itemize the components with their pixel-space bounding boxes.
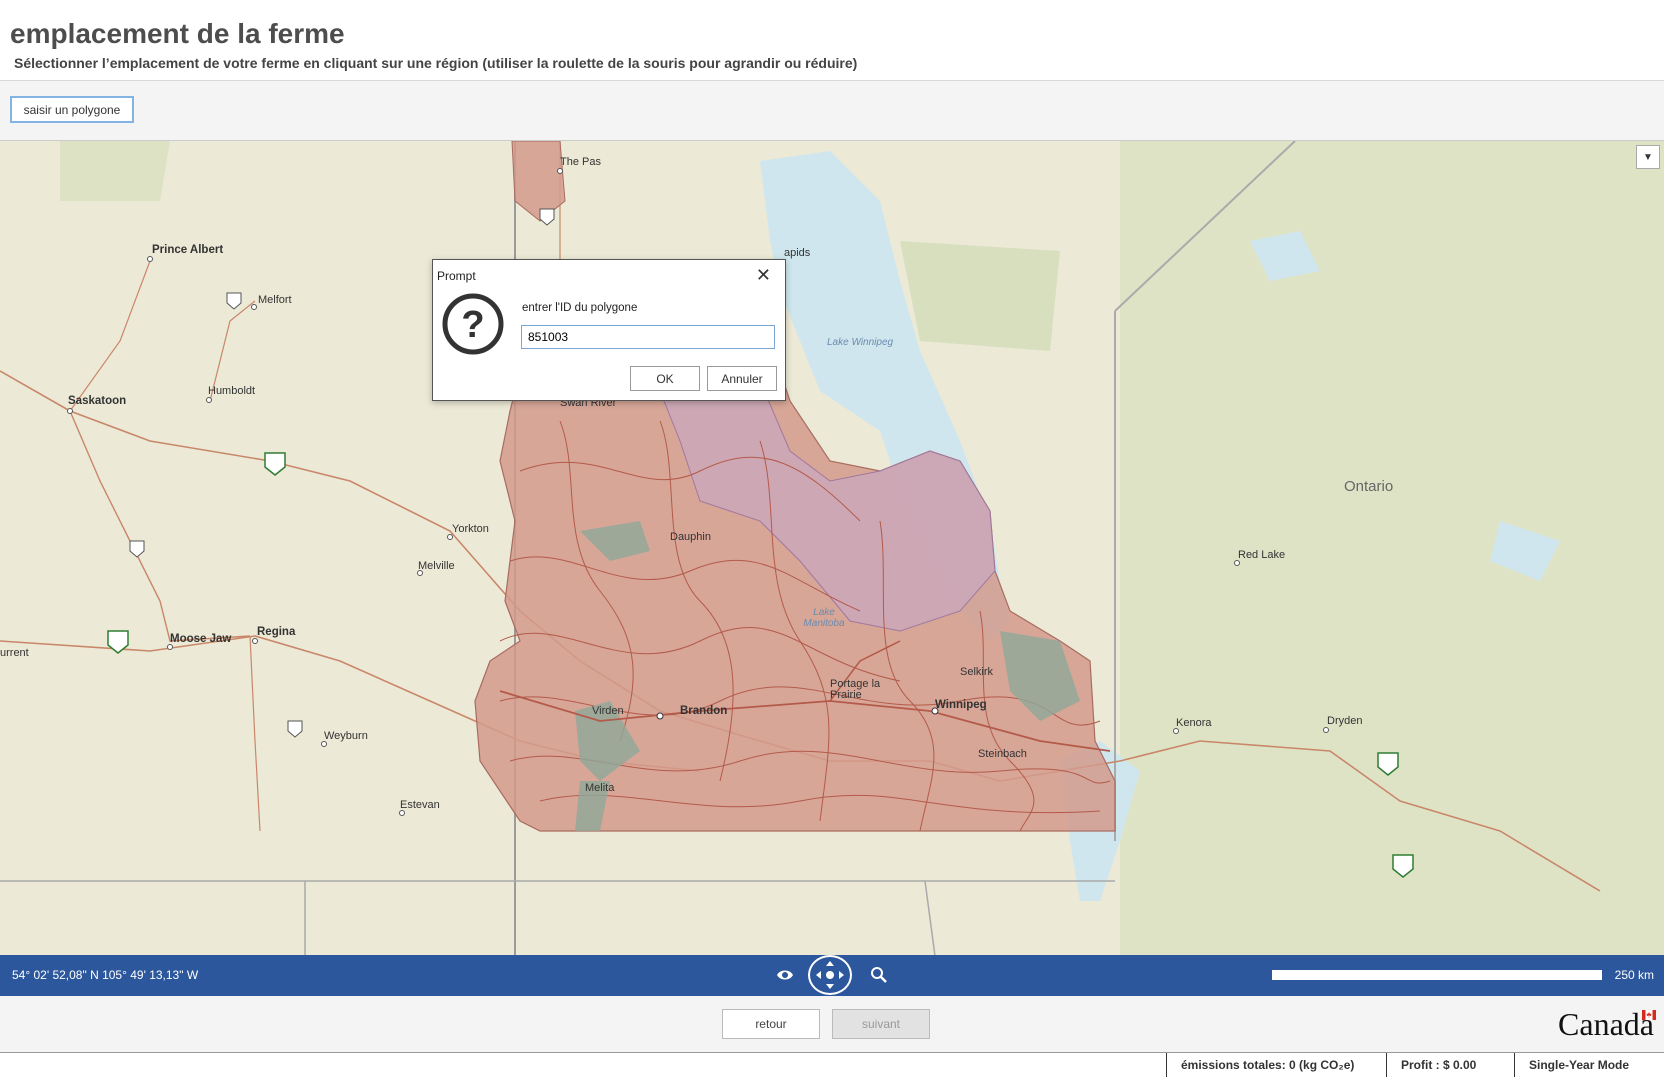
map-label-saskatoon: Saskatoon: [68, 395, 127, 407]
enter-polygon-button[interactable]: saisir un polygone: [10, 96, 134, 123]
map-label-melville: Melville: [418, 560, 455, 572]
dialog-prompt-text: entrer l'ID du polygone: [522, 302, 638, 314]
map-label-melita: Melita: [585, 782, 615, 794]
map-layers-dropdown-icon[interactable]: ▼: [1636, 145, 1660, 169]
canada-logo: Canada: [1558, 1006, 1656, 1043]
map-label-weyburn: Weyburn: [324, 730, 368, 742]
map-label-ontario: Ontario: [1344, 478, 1394, 495]
map-label-current: urrent: [0, 647, 29, 659]
map-label-dauphin: Dauphin: [670, 531, 711, 543]
polygon-id-prompt-dialog: Prompt ✕ ? entrer l'ID du polygone OK An…: [432, 259, 786, 401]
next-button[interactable]: suivant: [832, 1009, 930, 1039]
map-status-bar: 54° 02' 52,08" N 105° 49' 13,13" W 250 k…: [0, 955, 1664, 996]
canada-wordmark: Canada: [1558, 1006, 1654, 1042]
coordinates-readout: 54° 02' 52,08" N 105° 49' 13,13" W: [12, 968, 199, 982]
map-label-lake-winnipeg: Lake Winnipeg: [827, 337, 894, 348]
page-subtitle: Sélectionner l’emplacement de votre ferm…: [14, 55, 858, 71]
mode-label: Single-Year Mode: [1514, 1053, 1664, 1077]
map-label-virden: Virden: [592, 705, 624, 717]
map-label-steinbach: Steinbach: [978, 748, 1027, 760]
map-label-the-pas: The Pas: [560, 156, 601, 168]
summary-bar: émissions totales: 0 (kg CO₂e) Profit : …: [0, 1052, 1664, 1077]
zoom-search-icon[interactable]: [870, 966, 888, 984]
pan-arrows-icon: [816, 961, 844, 989]
map-label-lake-manitoba: Lake Manitoba: [803, 607, 845, 629]
question-icon: ?: [442, 293, 504, 355]
scale-label: 250 km: [1614, 968, 1654, 982]
close-icon[interactable]: ✕: [756, 265, 771, 286]
map-label-humboldt: Humboldt: [208, 385, 256, 397]
map-label-portage: Portage la Prairie: [830, 678, 881, 701]
dialog-title: Prompt: [437, 269, 476, 283]
pan-control[interactable]: [808, 955, 852, 995]
map-label-kenora: Kenora: [1176, 717, 1212, 729]
map-label-selkirk: Selkirk: [960, 666, 994, 678]
ok-button[interactable]: OK: [630, 366, 700, 391]
svg-text:?: ?: [461, 304, 484, 346]
map-label-prince-albert: Prince Albert: [152, 244, 224, 256]
footer-nav: retour suivant Canada: [0, 996, 1664, 1052]
map-label-dryden: Dryden: [1327, 715, 1363, 727]
map-label-regina: Regina: [257, 626, 296, 638]
flag-icon: [1642, 1010, 1656, 1020]
map-label-rapids: apids: [784, 247, 811, 259]
cancel-button[interactable]: Annuler: [707, 366, 777, 391]
polygon-id-input[interactable]: [521, 325, 775, 349]
page-header: emplacement de la ferme Sélectionner l’e…: [0, 0, 1664, 81]
map-label-red-lake: Red Lake: [1238, 549, 1286, 561]
eye-icon[interactable]: [776, 966, 794, 984]
map-label-melfort: Melfort: [258, 294, 292, 306]
back-button[interactable]: retour: [722, 1009, 820, 1039]
map-view[interactable]: The Pas Prince Albert Melfort Saskatoon …: [0, 140, 1664, 956]
map-label-estevan: Estevan: [400, 799, 440, 811]
page-title: emplacement de la ferme: [10, 18, 345, 49]
profit-total: Profit : $ 0.00: [1386, 1053, 1514, 1077]
emissions-total: émissions totales: 0 (kg CO₂e): [1166, 1053, 1386, 1077]
map-label-yorkton: Yorkton: [452, 523, 489, 535]
map-label-brandon: Brandon: [680, 705, 728, 717]
map-label-winnipeg: Winnipeg: [935, 699, 987, 711]
map-basemap: [0, 141, 1664, 956]
scale-bar: [1272, 970, 1602, 980]
map-label-moose-jaw: Moose Jaw: [170, 633, 232, 645]
